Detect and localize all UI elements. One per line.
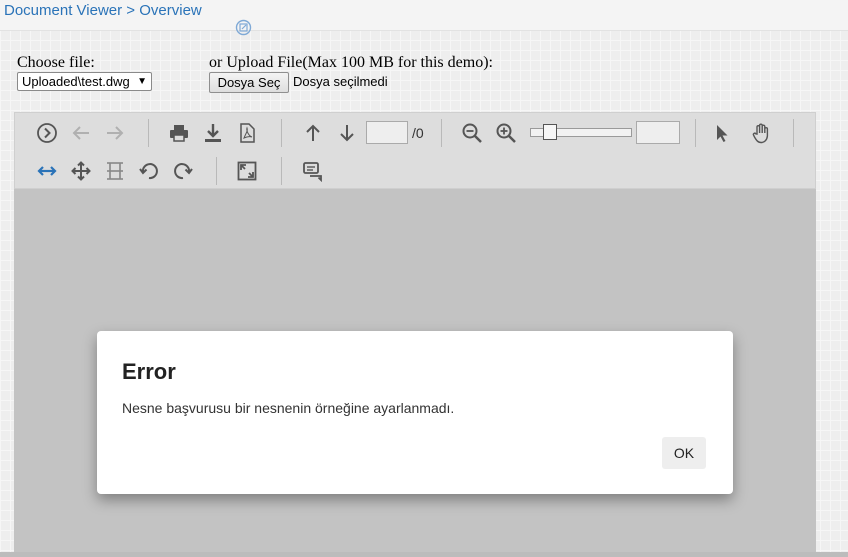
pointer-icon[interactable] [709,120,735,146]
toolbar-separator [793,119,794,147]
bottom-strip [0,552,848,557]
error-dialog: Error Nesne başvurusu bir nesnenin örneğ… [97,331,733,494]
toolbar-separator [281,157,282,185]
zoom-in-icon[interactable] [493,120,519,146]
toolbar-separator [441,119,442,147]
next-document-icon[interactable] [34,120,60,146]
page-down-icon[interactable] [334,120,360,146]
zoom-out-icon[interactable] [459,120,485,146]
toolbar-separator [281,119,282,147]
dialog-title: Error [122,359,176,384]
dialog-message: Nesne başvurusu bir nesnenin örneğine ay… [122,400,455,416]
pan-hand-icon[interactable] [748,120,774,146]
file-status-text: Dosya seçilmedi [293,74,388,89]
viewer-toolbar: /0 [14,112,816,189]
file-select[interactable]: Uploaded\test.dwg ▼ [17,72,152,91]
page-total-text: /0 [412,125,424,141]
comments-icon[interactable] [300,158,326,184]
fit-page-icon[interactable] [68,158,94,184]
overview-link-icon[interactable] [210,2,251,36]
breadcrumb: Document Viewer > Overview [4,2,251,36]
choose-file-button[interactable]: Dosya Seç [209,72,289,93]
choose-file-label: Choose file: [17,54,95,71]
download-icon[interactable] [200,120,226,146]
rotate-right-icon[interactable] [170,158,196,184]
breadcrumb-current-link[interactable]: Overview [139,2,202,19]
breadcrumb-separator: > [122,2,140,19]
toolbar-separator [695,119,696,147]
page-number-input[interactable] [366,121,408,144]
pdf-icon[interactable] [234,120,260,146]
zoom-slider-handle[interactable] [543,124,557,140]
dropdown-arrow-icon: ▼ [137,76,147,87]
back-arrow-icon[interactable] [68,120,94,146]
fit-width-icon[interactable] [34,158,60,184]
toolbar-separator [148,119,149,147]
fit-height-icon[interactable] [102,158,128,184]
forward-arrow-icon[interactable] [102,120,128,146]
print-icon[interactable] [166,120,192,146]
breadcrumb-root-link[interactable]: Document Viewer [4,2,122,19]
rotate-left-icon[interactable] [136,158,162,184]
upload-file-label: or Upload File(Max 100 MB for this demo)… [209,54,493,71]
toolbar-separator [216,157,217,185]
top-bar: Document Viewer > Overview [0,0,848,36]
ok-button[interactable]: OK [662,437,706,469]
file-select-value: Uploaded\test.dwg [22,74,130,89]
fullscreen-icon[interactable] [234,158,260,184]
zoom-level-input[interactable] [636,121,680,144]
page-up-icon[interactable] [300,120,326,146]
